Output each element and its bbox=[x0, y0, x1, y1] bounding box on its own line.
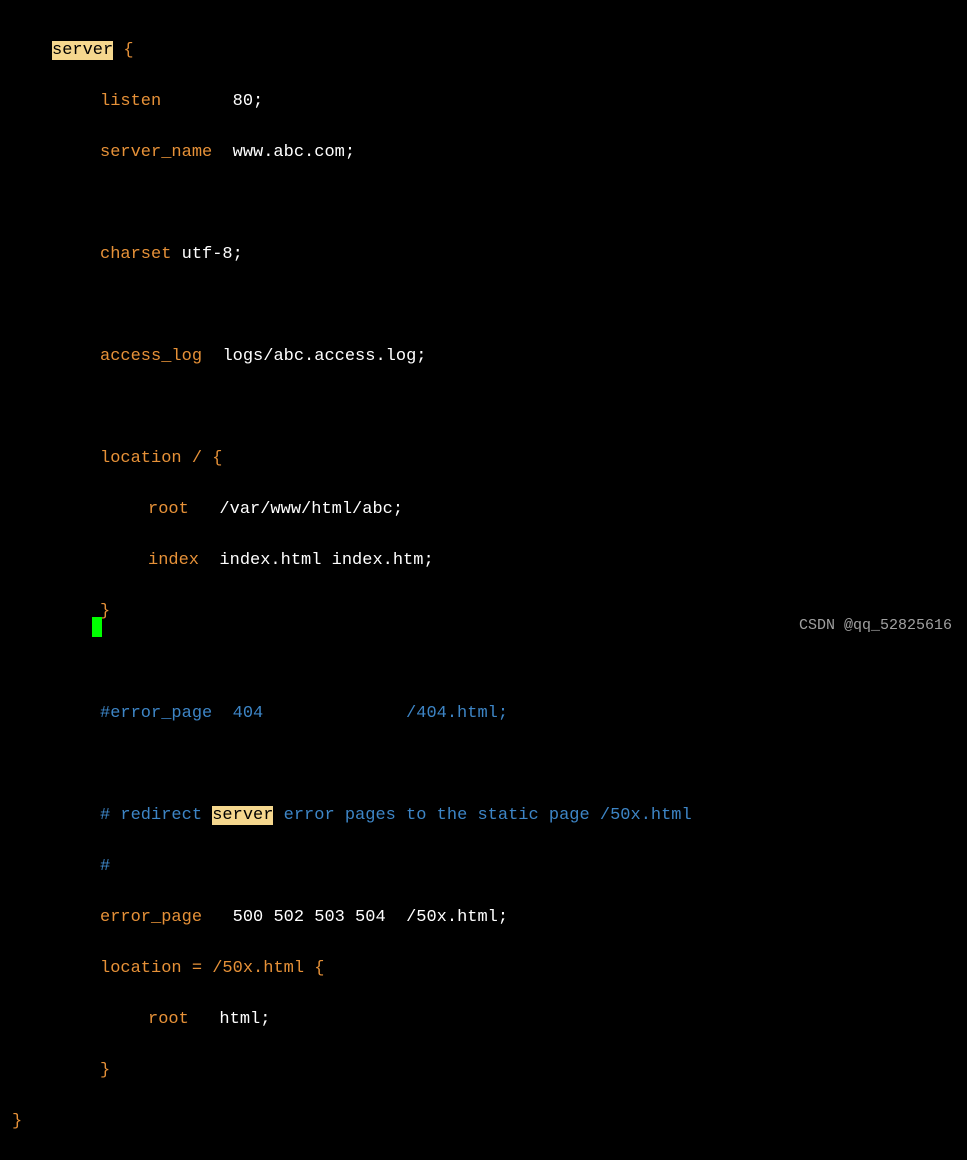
value-index: index.html index.htm; bbox=[219, 551, 433, 570]
line-server: server { bbox=[0, 38, 967, 64]
line-location-2: location = /50x.html { bbox=[0, 956, 967, 982]
line-server-name: server_name www.abc.com; bbox=[0, 140, 967, 166]
line-root-2: root html; bbox=[0, 1007, 967, 1033]
line-error-page: error_page 500 502 503 504 /50x.html; bbox=[0, 905, 967, 931]
keyword-error-page: error_page bbox=[100, 908, 202, 927]
line-error-comment: #error_page 404 /404.html; bbox=[0, 701, 967, 727]
line-charset: charset utf-8; bbox=[0, 242, 967, 268]
value-root-2: html; bbox=[219, 1010, 270, 1029]
pad bbox=[202, 908, 233, 927]
comment-redirect-post: error pages to the static page /50x.html bbox=[273, 806, 691, 825]
keyword-listen: listen bbox=[100, 92, 161, 111]
value-error-page: 500 502 503 504 /50x.html; bbox=[233, 908, 508, 927]
blank-line bbox=[0, 395, 967, 421]
comment-redirect-hl: server bbox=[212, 806, 273, 825]
comment-error-page: #error_page 404 /404.html; bbox=[100, 704, 508, 723]
line-brace-close-2: } bbox=[0, 1058, 967, 1084]
comment-hash: # bbox=[100, 857, 110, 876]
keyword-root: root bbox=[148, 500, 189, 519]
value-listen: 80; bbox=[233, 92, 264, 111]
keyword-server-name: server_name bbox=[100, 143, 212, 162]
blank-line bbox=[0, 293, 967, 319]
value-access-log: logs/abc.access.log; bbox=[222, 347, 426, 366]
blank-line bbox=[0, 752, 967, 778]
keyword-charset: charset bbox=[100, 245, 171, 264]
brace-close-3: } bbox=[12, 1112, 22, 1131]
blank-line bbox=[0, 650, 967, 676]
line-brace-close-3: } bbox=[0, 1109, 967, 1135]
keyword-location-2: location bbox=[100, 959, 182, 978]
value-root: /var/www/html/abc; bbox=[219, 500, 403, 519]
line-hash: # bbox=[0, 854, 967, 880]
value-charset: utf-8; bbox=[171, 245, 242, 264]
code-block: server { listen 80; server_name www.abc.… bbox=[0, 0, 967, 1160]
pad bbox=[212, 143, 232, 162]
keyword-server: server bbox=[52, 41, 113, 60]
brace-close-2: } bbox=[100, 1061, 110, 1080]
keyword-index: index bbox=[148, 551, 199, 570]
line-access-log: access_log logs/abc.access.log; bbox=[0, 344, 967, 370]
pad bbox=[189, 1010, 220, 1029]
keyword-location: location bbox=[100, 449, 182, 468]
line-index: index index.html index.htm; bbox=[0, 548, 967, 574]
pad bbox=[199, 551, 219, 570]
blank-line bbox=[0, 191, 967, 217]
comment-redirect-pre: # redirect bbox=[100, 806, 212, 825]
location-2-val: = /50x.html { bbox=[182, 959, 325, 978]
pad bbox=[189, 500, 220, 519]
line-listen: listen 80; bbox=[0, 89, 967, 115]
terminal-cursor bbox=[92, 617, 102, 637]
watermark: CSDN @qq_52825616 bbox=[799, 615, 952, 638]
pad bbox=[202, 347, 222, 366]
line-root: root /var/www/html/abc; bbox=[0, 497, 967, 523]
keyword-root-2: root bbox=[148, 1010, 189, 1029]
brace-open: { bbox=[113, 41, 133, 60]
keyword-access-log: access_log bbox=[100, 347, 202, 366]
value-server-name: www.abc.com; bbox=[233, 143, 355, 162]
pad bbox=[161, 92, 232, 111]
location-path: / { bbox=[182, 449, 223, 468]
line-location: location / { bbox=[0, 446, 967, 472]
line-redirect-comment: # redirect server error pages to the sta… bbox=[0, 803, 967, 829]
